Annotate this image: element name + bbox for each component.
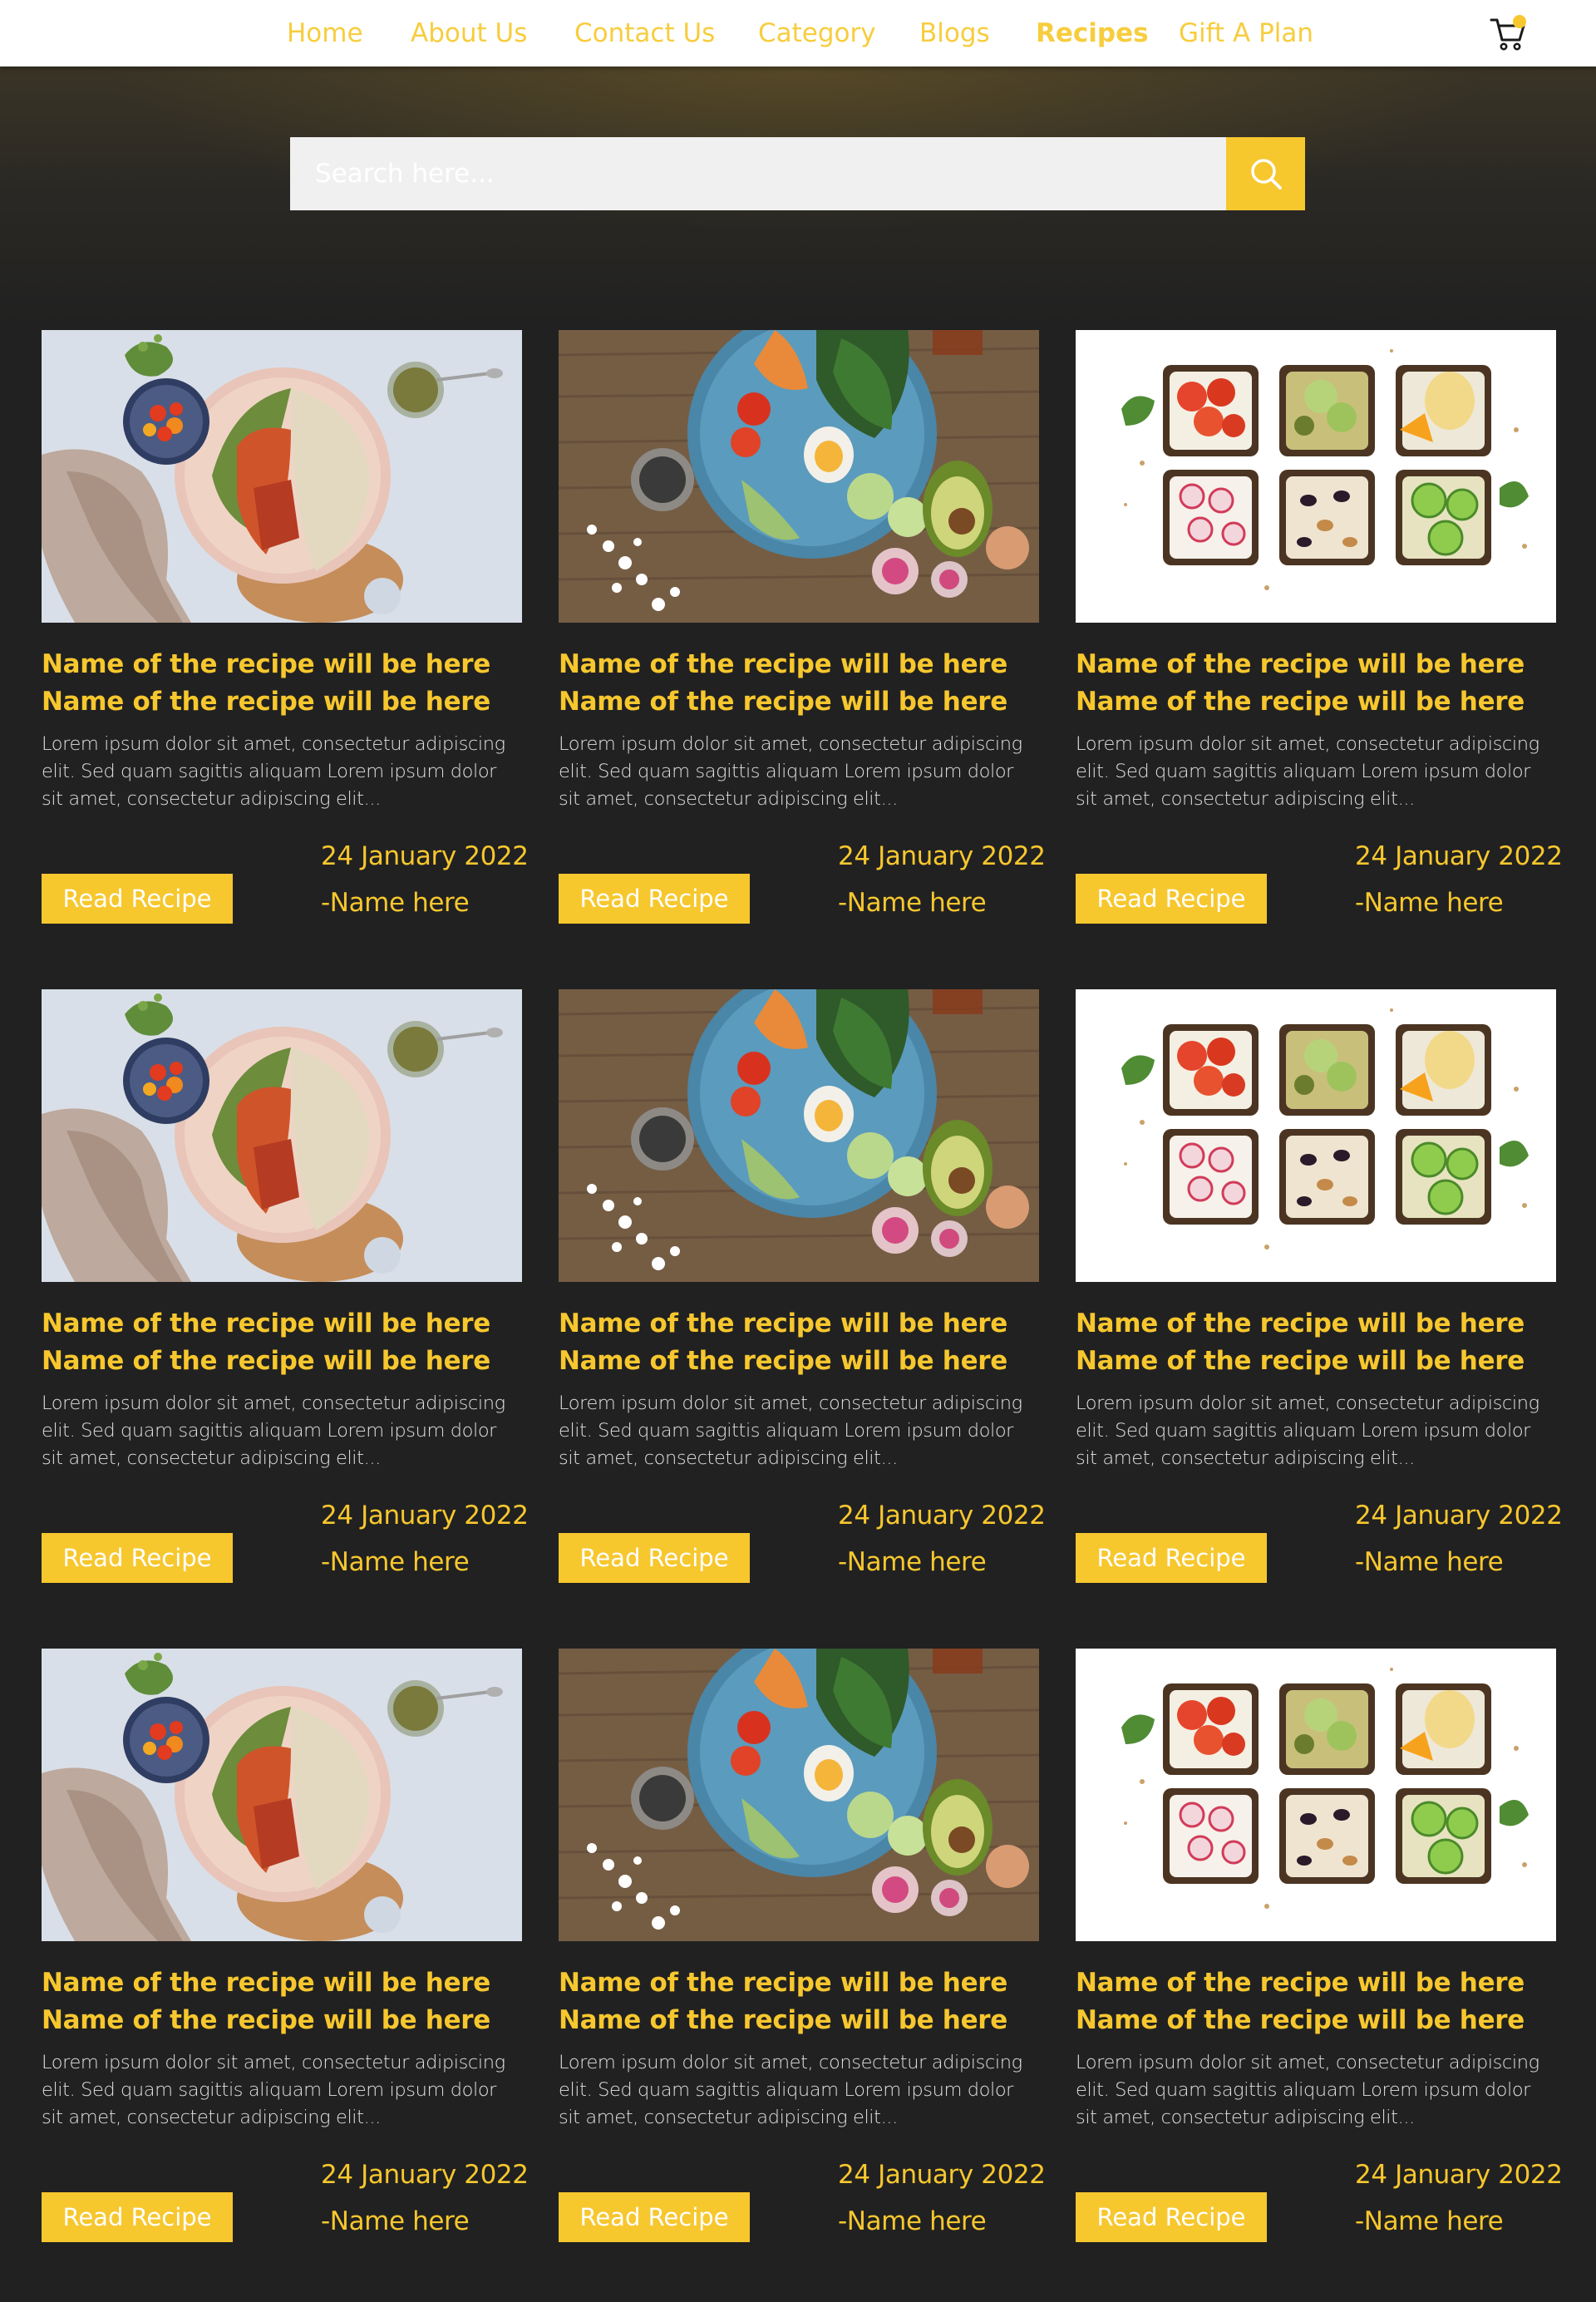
nav-item-blogs[interactable]: Blogs — [919, 17, 990, 50]
recipe-description: Lorem ipsum dolor sit amet, consectetur … — [1076, 2052, 1539, 2128]
recipe-description: Lorem ipsum dolor sit amet, consectetur … — [559, 1393, 1022, 1469]
recipe-author: -Name here — [838, 1547, 987, 1577]
recipe-image[interactable] — [1076, 989, 1556, 1282]
read-recipe-button[interactable]: Read Recipe — [1076, 1533, 1267, 1583]
recipe-image[interactable] — [42, 1649, 522, 1941]
recipe-title[interactable]: Name of the recipe will be here Name of … — [1076, 1964, 1556, 2039]
search-input[interactable] — [290, 137, 1226, 210]
recipe-title[interactable]: Name of the recipe will be here Name of … — [559, 646, 1039, 721]
recipe-card: Name of the recipe will be here Name of … — [42, 989, 529, 1596]
recipe-image[interactable] — [1076, 330, 1556, 623]
nav-item-gift-a-plan[interactable]: Gift A Plan — [1179, 17, 1313, 50]
recipe-author: -Name here — [321, 2206, 470, 2236]
recipe-card: Name of the recipe will be here Name of … — [42, 330, 529, 937]
recipe-image[interactable] — [42, 330, 522, 623]
read-recipe-button[interactable]: Read Recipe — [42, 874, 233, 924]
search-button[interactable] — [1226, 137, 1305, 210]
nav-item-recipes[interactable]: Recipes — [1036, 17, 1149, 50]
recipe-date: 24 January 2022 — [321, 1501, 529, 1531]
recipe-title[interactable]: Name of the recipe will be here Name of … — [42, 646, 522, 721]
recipe-image[interactable] — [559, 1649, 1039, 1941]
recipe-title[interactable]: Name of the recipe will be here Name of … — [42, 1305, 522, 1380]
nav-item-contact-us[interactable]: Contact Us — [574, 17, 715, 50]
recipe-card: Name of the recipe will be here Name of … — [1076, 1649, 1563, 2255]
recipe-date: 24 January 2022 — [321, 841, 529, 871]
recipe-description: Lorem ipsum dolor sit amet, consectetur … — [42, 2052, 505, 2128]
search-bar — [290, 137, 1305, 210]
recipe-date: 24 January 2022 — [838, 2160, 1046, 2190]
recipe-description: Lorem ipsum dolor sit amet, consectetur … — [559, 2052, 1022, 2128]
recipe-date: 24 January 2022 — [1355, 841, 1563, 871]
search-icon — [1250, 159, 1282, 190]
recipe-card: Name of the recipe will be here Name of … — [559, 330, 1046, 937]
recipe-image[interactable] — [559, 989, 1039, 1282]
recipe-date: 24 January 2022 — [838, 1501, 1046, 1531]
nav-item-about-us[interactable]: About Us — [411, 17, 527, 50]
recipe-title[interactable]: Name of the recipe will be here Name of … — [559, 1305, 1039, 1380]
recipe-description: Lorem ipsum dolor sit amet, consectetur … — [1076, 733, 1539, 810]
recipe-card: Name of the recipe will be here Name of … — [1076, 330, 1563, 937]
recipe-author: -Name here — [1355, 888, 1504, 918]
recipe-description: Lorem ipsum dolor sit amet, consectetur … — [559, 733, 1022, 810]
recipe-title[interactable]: Name of the recipe will be here Name of … — [1076, 646, 1556, 721]
recipe-date: 24 January 2022 — [838, 841, 1046, 871]
read-recipe-button[interactable]: Read Recipe — [559, 2192, 750, 2242]
recipe-image[interactable] — [559, 330, 1039, 623]
read-recipe-button[interactable]: Read Recipe — [42, 1533, 233, 1583]
recipe-author: -Name here — [1355, 1547, 1504, 1577]
cart-badge — [1513, 15, 1526, 28]
recipe-date: 24 January 2022 — [1355, 1501, 1563, 1531]
top-navbar: Home About Us Contact Us Category Blogs … — [0, 0, 1596, 67]
recipe-image[interactable] — [42, 989, 522, 1282]
recipe-author: -Name here — [838, 2206, 987, 2236]
recipe-image[interactable] — [1076, 1649, 1556, 1941]
nav-item-category[interactable]: Category — [758, 17, 876, 50]
read-recipe-button[interactable]: Read Recipe — [559, 874, 750, 924]
read-recipe-button[interactable]: Read Recipe — [1076, 874, 1267, 924]
nav-links: Home About Us Contact Us Category Blogs … — [0, 0, 1596, 67]
recipe-title[interactable]: Name of the recipe will be here Name of … — [559, 1964, 1039, 2039]
read-recipe-button[interactable]: Read Recipe — [1076, 2192, 1267, 2242]
recipe-description: Lorem ipsum dolor sit amet, consectetur … — [42, 1393, 505, 1469]
recipe-date: 24 January 2022 — [321, 2160, 529, 2190]
recipe-author: -Name here — [321, 1547, 470, 1577]
recipe-description: Lorem ipsum dolor sit amet, consectetur … — [1076, 1393, 1539, 1469]
read-recipe-button[interactable]: Read Recipe — [42, 2192, 233, 2242]
recipe-author: -Name here — [838, 888, 987, 918]
recipe-description: Lorem ipsum dolor sit amet, consectetur … — [42, 733, 505, 810]
recipe-title[interactable]: Name of the recipe will be here Name of … — [42, 1964, 522, 2039]
recipe-author: -Name here — [1355, 2206, 1504, 2236]
nav-item-home[interactable]: Home — [287, 17, 363, 50]
recipe-title[interactable]: Name of the recipe will be here Name of … — [1076, 1305, 1556, 1380]
recipe-date: 24 January 2022 — [1355, 2160, 1563, 2190]
read-recipe-button[interactable]: Read Recipe — [559, 1533, 750, 1583]
cart-button[interactable] — [1490, 15, 1528, 52]
recipe-author: -Name here — [321, 888, 470, 918]
recipe-card: Name of the recipe will be here Name of … — [559, 989, 1046, 1596]
recipe-card: Name of the recipe will be here Name of … — [42, 1649, 529, 2255]
recipe-card: Name of the recipe will be here Name of … — [559, 1649, 1046, 2255]
recipe-card: Name of the recipe will be here Name of … — [1076, 989, 1563, 1596]
